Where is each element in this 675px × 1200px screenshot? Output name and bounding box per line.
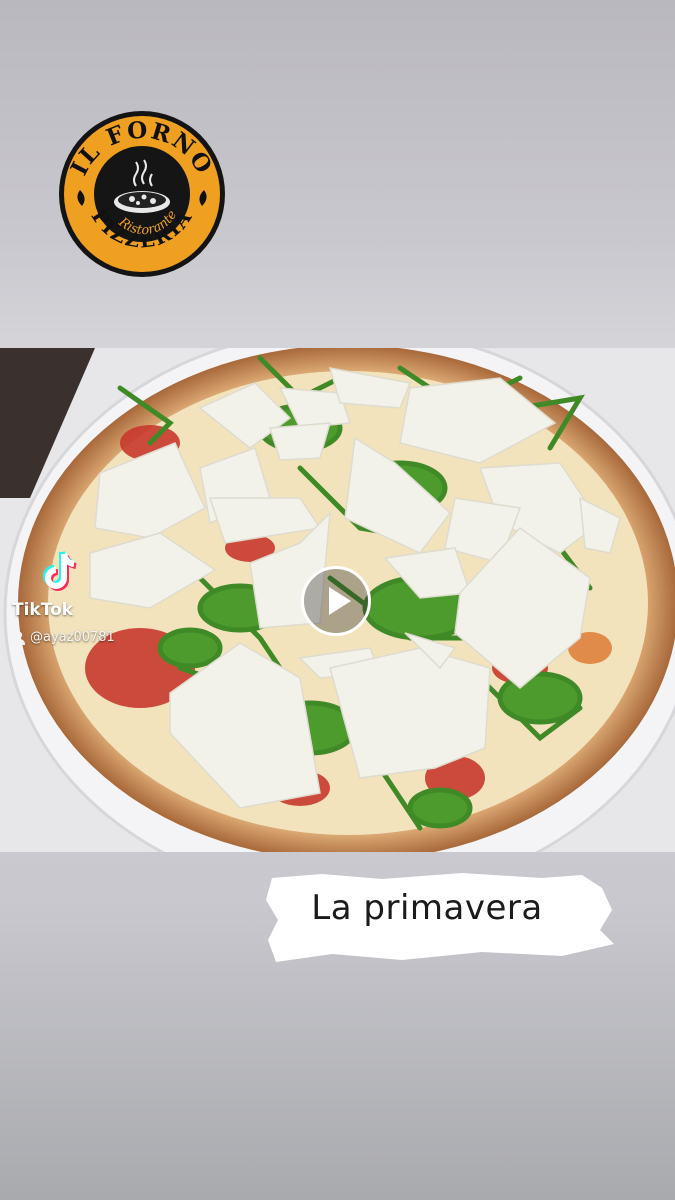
restaurant-logo: IL FORNO PIZZERIA Ristorante — [58, 110, 226, 278]
tiktok-brand-label: TikTok — [12, 600, 74, 620]
caption-sticker: La primavera — [262, 870, 617, 966]
play-button[interactable] — [301, 566, 371, 636]
person-icon — [12, 631, 26, 645]
pizza-icon — [114, 191, 170, 213]
play-icon — [329, 587, 351, 615]
tiktok-logo-icon — [37, 548, 85, 596]
username-label: @ayaz00781 — [30, 630, 115, 645]
tiktok-watermark: TikTok @ayaz00781 — [12, 548, 152, 658]
caption-text: La primavera — [311, 888, 543, 928]
tiktok-username: @ayaz00781 — [12, 630, 115, 645]
